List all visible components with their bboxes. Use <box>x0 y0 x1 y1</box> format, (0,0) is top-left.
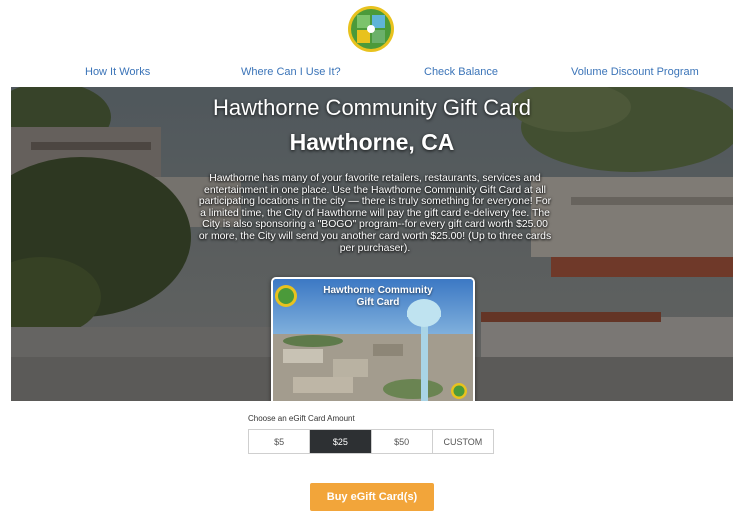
amount-option-5[interactable]: $5 <box>249 430 311 453</box>
nav-how-it-works[interactable]: How It Works <box>85 66 150 78</box>
gift-card-title-line2: Gift Card <box>356 297 400 308</box>
gift-card-title-line1: Hawthorne Community <box>323 285 433 296</box>
nav-volume-discount[interactable]: Volume Discount Program <box>571 66 699 78</box>
nav-check-balance[interactable]: Check Balance <box>424 66 498 78</box>
main-nav: How It Works Where Can I Use It? Check B… <box>0 66 738 80</box>
hero-title: Hawthorne Community Gift Card <box>213 95 531 120</box>
amount-label: Choose an eGift Card Amount <box>248 414 355 423</box>
city-seal-logo[interactable] <box>347 5 395 53</box>
amount-selector: $5 $25 $50 CUSTOM <box>248 429 494 454</box>
amount-option-25[interactable]: $25 <box>310 430 372 453</box>
nav-where-can-i-use-it[interactable]: Where Can I Use It? <box>241 66 341 78</box>
amount-option-50[interactable]: $50 <box>372 430 433 453</box>
hero-description: Hawthorne has many of your favorite reta… <box>198 173 552 254</box>
buy-egift-card-button[interactable]: Buy eGift Card(s) <box>310 483 434 511</box>
hero-subtitle: Hawthorne, CA <box>289 129 455 155</box>
amount-option-custom[interactable]: CUSTOM <box>433 430 493 453</box>
gift-card-image: Hawthorne Community Gift Card <box>271 277 475 401</box>
hero-banner: Hawthorne Community Gift Card Hawthorne,… <box>11 87 733 401</box>
gift-card-title: Hawthorne Community Gift Card <box>303 285 453 309</box>
